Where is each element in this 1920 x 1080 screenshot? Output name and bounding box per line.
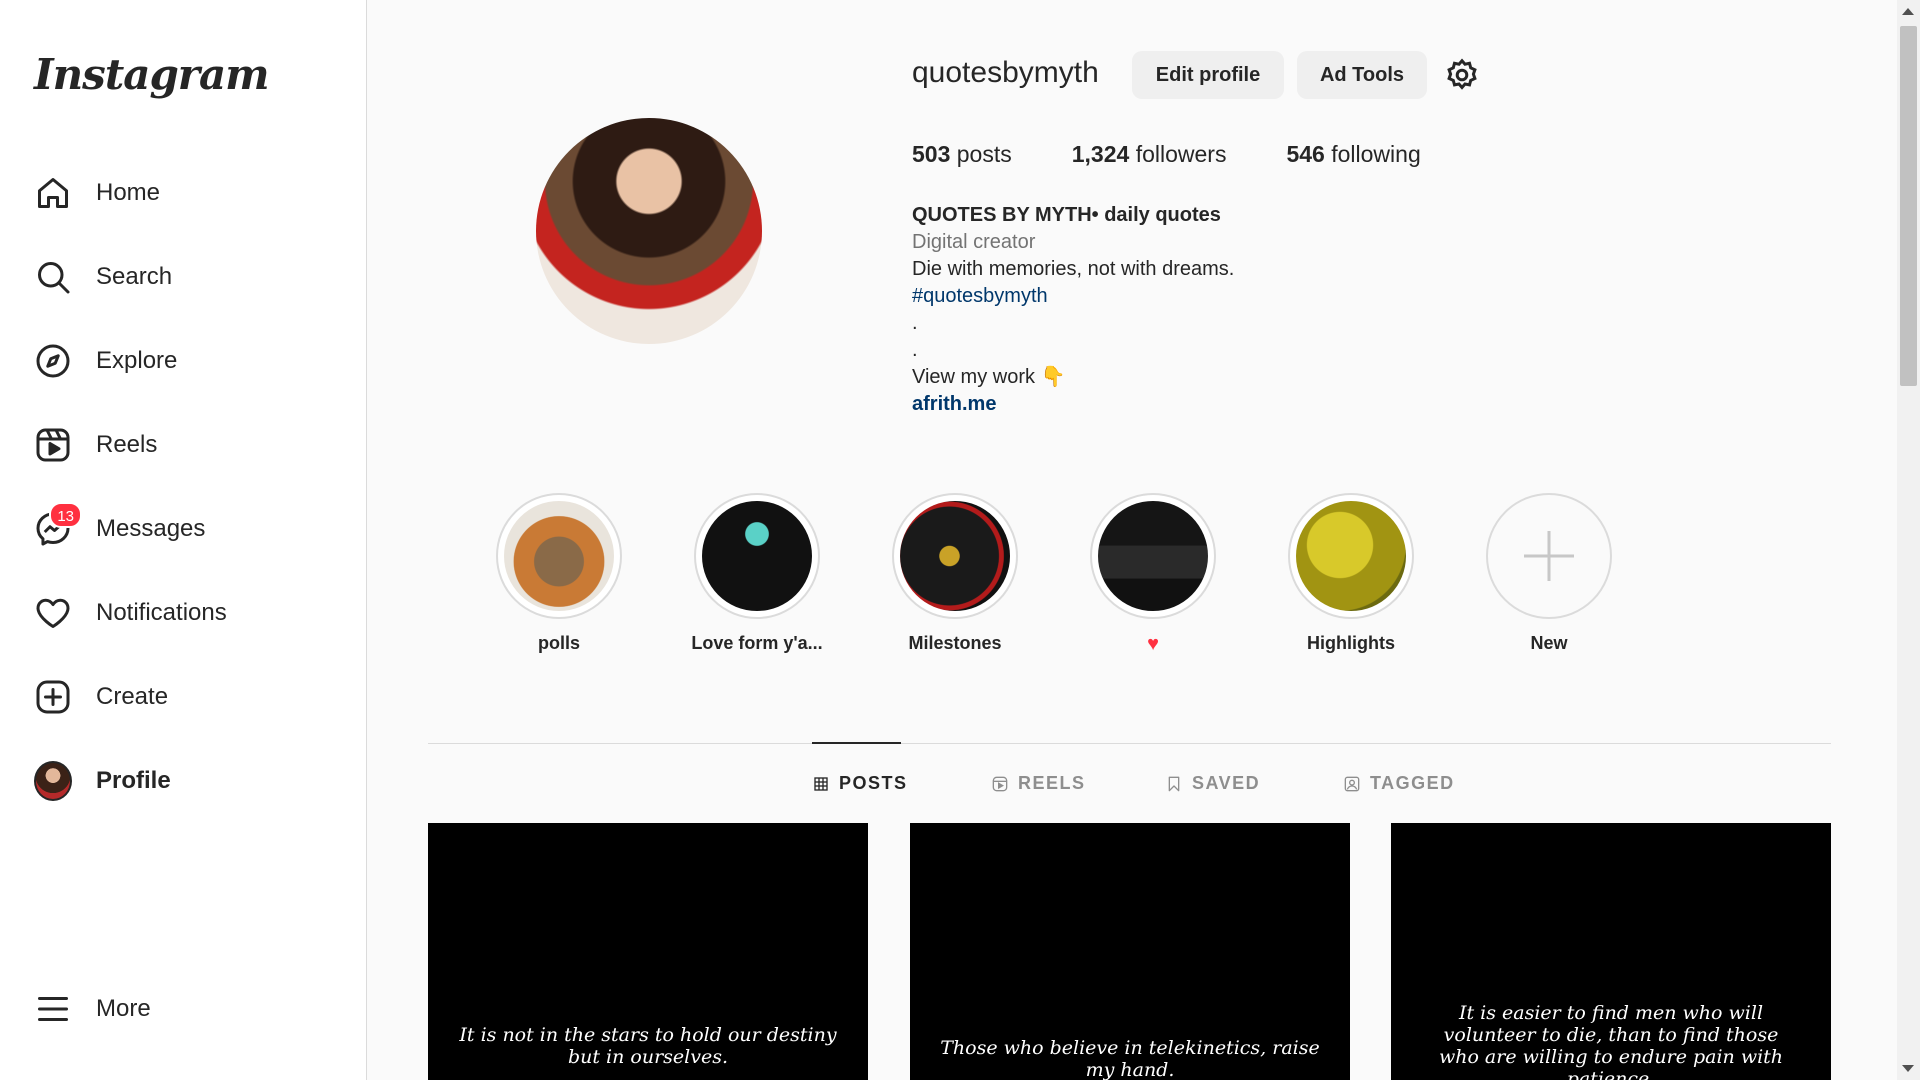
sidebar-item-label: Notifications xyxy=(96,599,227,626)
post-quote-text: It is not in the stars to hold our desti… xyxy=(459,1024,837,1068)
scroll-down-arrow[interactable] xyxy=(1902,1065,1914,1072)
highlight-cover xyxy=(1296,501,1406,611)
highlight-cover xyxy=(504,501,614,611)
home-icon xyxy=(34,174,72,212)
page-scrollbar[interactable] xyxy=(1897,0,1920,1080)
sidebar-item-label: Create xyxy=(96,683,169,710)
sidebar-item-profile[interactable]: Profile xyxy=(34,753,354,809)
plus-square-icon xyxy=(34,678,72,716)
profile-main: quotesbymyth Edit profile Ad Tools 503 p… xyxy=(367,0,1897,1080)
bookmark-icon xyxy=(1168,776,1180,791)
bio-name: QUOTES BY MYTH• daily quotes xyxy=(912,204,1221,226)
bio-line: Die with memories, not with dreams. xyxy=(912,258,1235,280)
post-tile[interactable]: It is easier to find men who will volunt… xyxy=(1391,823,1831,1080)
profile-username: quotesbymyth xyxy=(912,56,1099,89)
edit-profile-button[interactable]: Edit profile xyxy=(1132,51,1284,99)
bio-view-work: View my work 👇 xyxy=(912,366,1066,388)
scroll-thumb[interactable] xyxy=(1900,26,1917,386)
bio-dot: . xyxy=(912,339,918,361)
tabs-divider xyxy=(428,743,1831,744)
highlight-label: polls xyxy=(537,633,580,653)
post-tile[interactable]: It is not in the stars to hold our desti… xyxy=(428,823,868,1080)
new-highlight-button[interactable] xyxy=(1486,493,1612,619)
reels-icon xyxy=(34,426,72,464)
sidebar: Instagram Home Search Explore Reels 13 M… xyxy=(0,0,367,1080)
highlight-label: Love form y'a... xyxy=(691,633,823,653)
heart-icon xyxy=(34,594,72,632)
bio-category: Digital creator xyxy=(912,231,1036,253)
profile-bio: QUOTES BY MYTH• daily quotes Digital cre… xyxy=(912,202,1234,418)
grid-icon xyxy=(814,776,828,791)
active-tab-indicator xyxy=(812,742,901,744)
highlight-cover xyxy=(900,501,1010,611)
sidebar-item-search[interactable]: Search xyxy=(34,249,354,305)
post-quote-text: Those who believe in telekinetics, raise… xyxy=(940,1037,1320,1080)
sidebar-item-notifications[interactable]: Notifications xyxy=(34,585,354,641)
tab-posts[interactable]: POSTS xyxy=(813,773,908,794)
highlight-milestones[interactable]: Milestones xyxy=(880,493,1030,654)
following-stat[interactable]: 546 following xyxy=(1286,141,1420,168)
highlight-new[interactable]: New xyxy=(1474,493,1624,654)
messenger-icon: 13 xyxy=(34,502,82,548)
highlight-love[interactable]: Love form y'a... xyxy=(682,493,832,654)
menu-icon xyxy=(34,990,72,1028)
sidebar-item-home[interactable]: Home xyxy=(34,165,354,221)
highlight-label: Highlights xyxy=(1307,633,1395,653)
highlight-polls[interactable]: polls xyxy=(484,493,634,654)
settings-gear-icon[interactable] xyxy=(1444,57,1480,93)
sidebar-item-reels[interactable]: Reels xyxy=(34,417,354,473)
messages-badge: 13 xyxy=(49,502,82,528)
sidebar-item-label: Search xyxy=(96,263,173,290)
bio-website-link[interactable]: afrith.me xyxy=(912,391,1234,418)
highlight-label: ♥ xyxy=(1147,633,1159,655)
post-tile[interactable]: Those who believe in telekinetics, raise… xyxy=(910,823,1350,1080)
sidebar-item-label: Reels xyxy=(96,431,158,458)
highlight-highlights[interactable]: Highlights xyxy=(1276,493,1426,654)
reels-icon xyxy=(992,776,1008,791)
sidebar-item-create[interactable]: Create xyxy=(34,669,354,725)
sidebar-item-label: Explore xyxy=(96,347,178,374)
followers-stat[interactable]: 1,324 followers xyxy=(1072,141,1227,168)
highlight-label: New xyxy=(1530,633,1568,653)
tag-person-icon xyxy=(1344,776,1360,791)
search-icon xyxy=(34,258,72,296)
compass-icon xyxy=(34,342,72,380)
avatar xyxy=(34,761,72,801)
ad-tools-button[interactable]: Ad Tools xyxy=(1297,51,1427,99)
sidebar-item-label: More xyxy=(96,995,151,1022)
sidebar-item-more[interactable]: More xyxy=(34,981,354,1037)
sidebar-item-messages[interactable]: 13 Messages xyxy=(34,501,354,557)
highlight-cover xyxy=(1098,501,1208,611)
scroll-up-arrow[interactable] xyxy=(1902,8,1914,15)
tab-tagged[interactable]: TAGGED xyxy=(1344,773,1455,794)
profile-picture[interactable] xyxy=(536,118,762,344)
plus-icon xyxy=(1524,531,1574,581)
posts-stat: 503 posts xyxy=(912,141,1012,167)
sidebar-item-explore[interactable]: Explore xyxy=(34,333,354,389)
sidebar-item-label: Profile xyxy=(96,767,171,794)
sidebar-item-label: Home xyxy=(96,179,161,206)
tab-saved[interactable]: SAVED xyxy=(1166,773,1260,794)
highlight-cover xyxy=(702,501,812,611)
bio-dot: . xyxy=(912,312,918,334)
sidebar-item-label: Messages xyxy=(96,515,206,542)
tab-reels[interactable]: REELS xyxy=(992,773,1086,794)
bio-hashtag-link[interactable]: #quotesbymyth xyxy=(912,283,1234,310)
instagram-logo[interactable]: Instagram xyxy=(34,50,270,99)
profile-stats: 503 posts 1,324 followers 546 following xyxy=(912,141,1481,168)
highlight-heart[interactable]: ♥ xyxy=(1078,493,1228,656)
highlight-label: Milestones xyxy=(908,633,1002,653)
post-quote-text: It is easier to find men who will volunt… xyxy=(1438,1002,1784,1080)
